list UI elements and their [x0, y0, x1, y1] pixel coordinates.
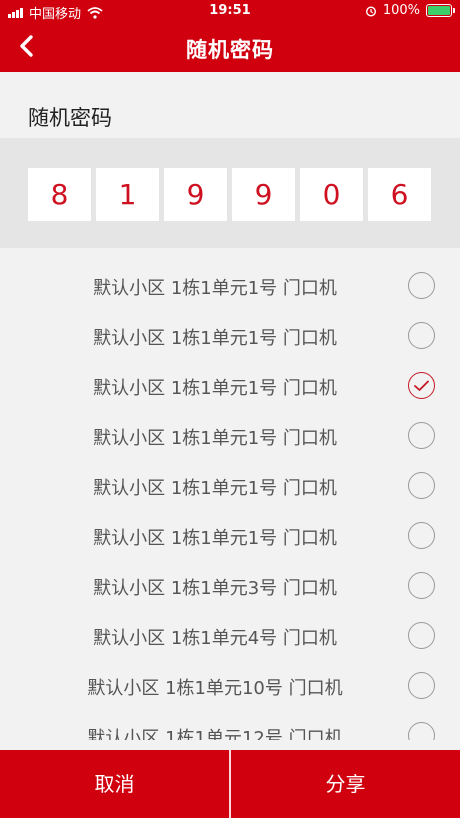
status-bar: 中国移动 19:51 100%	[0, 0, 460, 22]
device-label: 默认小区 1栋1单元1号 门口机	[93, 278, 337, 299]
device-label: 默认小区 1栋1单元1号 门口机	[93, 428, 337, 449]
radio-unchecked-icon[interactable]	[408, 672, 435, 699]
device-row[interactable]: 默认小区 1栋1单元1号 门口机	[0, 510, 460, 560]
battery-icon	[426, 4, 455, 17]
password-panel: 8 1 9 9 0 6	[0, 138, 460, 248]
bottom-action-bar: 取消 分享	[0, 750, 460, 818]
radio-unchecked-icon[interactable]	[408, 572, 435, 599]
device-label: 默认小区 1栋1单元1号 门口机	[93, 378, 337, 399]
alarm-icon	[365, 5, 376, 17]
device-row[interactable]: 默认小区 1栋1单元1号 门口机	[0, 410, 460, 460]
section-title: 随机密码	[28, 106, 112, 130]
cancel-button[interactable]: 取消	[0, 750, 229, 818]
page-title: 随机密码	[186, 38, 274, 62]
radio-unchecked-icon[interactable]	[408, 322, 435, 349]
device-row[interactable]: 默认小区 1栋1单元4号 门口机	[0, 610, 460, 660]
radio-unchecked-icon[interactable]	[408, 622, 435, 649]
share-button[interactable]: 分享	[231, 750, 460, 818]
device-label: 默认小区 1栋1单元1号 门口机	[93, 478, 337, 499]
radio-unchecked-icon[interactable]	[408, 272, 435, 299]
radio-unchecked-icon[interactable]	[408, 722, 435, 740]
device-label: 默认小区 1栋1单元3号 门口机	[93, 578, 337, 599]
password-digit-3: 9	[164, 168, 227, 221]
radio-unchecked-icon[interactable]	[408, 472, 435, 499]
password-digit-4: 9	[232, 168, 295, 221]
device-row[interactable]: 默认小区 1栋1单元1号 门口机	[0, 310, 460, 360]
device-row[interactable]: 默认小区 1栋1单元3号 门口机	[0, 560, 460, 610]
device-row[interactable]: 默认小区 1栋1单元1号 门口机	[0, 360, 460, 410]
device-label: 默认小区 1栋1单元4号 门口机	[93, 628, 337, 649]
device-label: 默认小区 1栋1单元1号 门口机	[93, 328, 337, 349]
password-digit-1: 8	[28, 168, 91, 221]
device-label: 默认小区 1栋1单元12号 门口机	[87, 728, 343, 740]
radio-checked-icon[interactable]	[408, 372, 435, 399]
device-row[interactable]: 默认小区 1栋1单元12号 门口机	[0, 710, 460, 740]
device-row[interactable]: 默认小区 1栋1单元1号 门口机	[0, 460, 460, 510]
nav-bar: 随机密码	[0, 22, 460, 72]
device-row[interactable]: 默认小区 1栋1单元1号 门口机	[0, 260, 460, 310]
password-digit-2: 1	[96, 168, 159, 221]
device-list: 默认小区 1栋1单元1号 门口机 默认小区 1栋1单元1号 门口机 默认小区 1…	[0, 260, 460, 740]
radio-unchecked-icon[interactable]	[408, 522, 435, 549]
device-row[interactable]: 默认小区 1栋1单元10号 门口机	[0, 660, 460, 710]
password-digit-5: 0	[300, 168, 363, 221]
battery-percent: 100%	[382, 3, 420, 18]
device-label: 默认小区 1栋1单元10号 门口机	[87, 678, 343, 699]
password-digit-6: 6	[368, 168, 431, 221]
radio-unchecked-icon[interactable]	[408, 422, 435, 449]
device-label: 默认小区 1栋1单元1号 门口机	[93, 528, 337, 549]
